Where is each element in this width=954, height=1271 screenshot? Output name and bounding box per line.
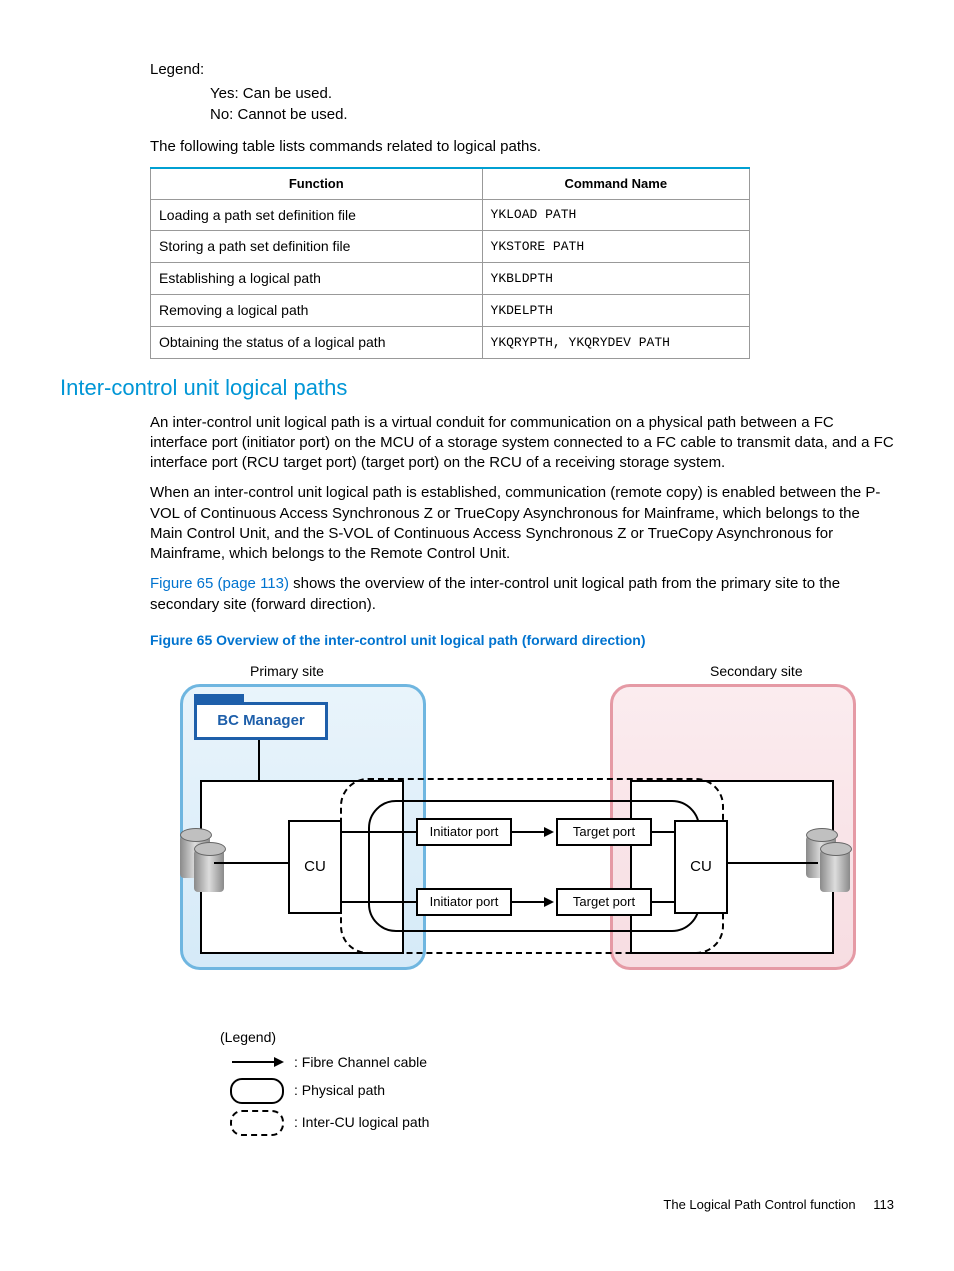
- bc-manager-connector: [258, 740, 260, 780]
- commands-table: Function Command Name Loading a path set…: [150, 167, 750, 359]
- bc-manager-tab: [194, 694, 244, 702]
- initiator-port-box: Initiator port: [416, 888, 512, 916]
- primary-cu-box: CU: [288, 820, 342, 914]
- connector-line: [214, 862, 288, 864]
- legend-fc-cable: : Fibre Channel cable: [294, 1053, 427, 1072]
- connector-line: [726, 862, 818, 864]
- th-function: Function: [151, 168, 483, 199]
- figure-65-diagram: Primary site Secondary site BC Manager C…: [180, 662, 860, 1136]
- table-row: Storing a path set definition fileYKSTOR…: [151, 231, 750, 263]
- table-row: Removing a logical pathYKDELPTH: [151, 295, 750, 327]
- paragraph-2: When an inter-control unit logical path …: [150, 483, 894, 564]
- diagram-legend-title: (Legend): [220, 1028, 860, 1047]
- bc-manager-box: BC Manager: [194, 702, 328, 740]
- disk-icon: [194, 848, 224, 892]
- page-footer: The Logical Path Control function 113: [60, 1196, 894, 1214]
- disk-icon: [820, 848, 850, 892]
- connector-line: [652, 831, 674, 833]
- paragraph-1: An inter-control unit logical path is a …: [150, 413, 894, 474]
- legend-logical-path: : Inter-CU logical path: [294, 1113, 429, 1132]
- connector-line: [340, 901, 416, 903]
- fc-cable-arrow: [512, 901, 552, 903]
- diagram-legend: (Legend) : Fibre Channel cable : Physica…: [220, 1028, 860, 1136]
- table-row: Loading a path set definition fileYKLOAD…: [151, 199, 750, 231]
- target-port-box: Target port: [556, 888, 652, 916]
- arrow-icon: [232, 1061, 282, 1063]
- legend-no: No: Cannot be used.: [210, 105, 894, 125]
- legend-physical-path: : Physical path: [294, 1081, 385, 1100]
- figure-ref-link[interactable]: Figure 65 (page 113): [150, 575, 289, 592]
- connector-line: [340, 831, 416, 833]
- page-number: 113: [873, 1197, 894, 1212]
- table-row: Establishing a logical pathYKBLDPTH: [151, 263, 750, 295]
- fc-cable-arrow: [512, 831, 552, 833]
- secondary-cu-box: CU: [674, 820, 728, 914]
- figure-caption: Figure 65 Overview of the inter-control …: [150, 631, 894, 650]
- primary-site-label: Primary site: [250, 662, 324, 681]
- secondary-site-label: Secondary site: [710, 662, 803, 681]
- rounded-rect-icon: [230, 1078, 284, 1104]
- th-command: Command Name: [482, 168, 749, 199]
- table-row: Obtaining the status of a logical pathYK…: [151, 327, 750, 359]
- connector-line: [652, 901, 674, 903]
- dashed-rect-icon: [230, 1110, 284, 1136]
- table-intro: The following table lists commands relat…: [150, 137, 894, 157]
- section-heading: Inter-control unit logical paths: [60, 373, 894, 403]
- paragraph-3: Figure 65 (page 113) shows the overview …: [150, 574, 894, 615]
- initiator-port-box: Initiator port: [416, 818, 512, 846]
- legend-title: Legend:: [150, 60, 894, 80]
- target-port-box: Target port: [556, 818, 652, 846]
- legend-yes: Yes: Can be used.: [210, 84, 894, 104]
- footer-section-name: The Logical Path Control function: [663, 1197, 855, 1212]
